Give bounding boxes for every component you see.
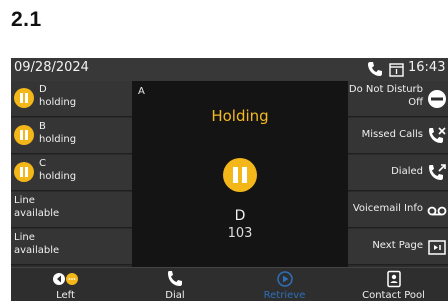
line-key-d-holding[interactable]: D holding: [11, 81, 132, 117]
dnd-state: Off: [408, 97, 423, 108]
softkey-left-label: Left: [56, 290, 75, 301]
next-page-icon: [427, 237, 447, 257]
retrieve-play-icon: [276, 270, 294, 288]
line-key-available-1[interactable]: Line available: [11, 192, 132, 228]
softkey-retrieve-label: Retrieve: [263, 290, 306, 301]
line-key-name: Line: [14, 195, 35, 206]
line-key-status: available: [14, 245, 60, 256]
voicemail-label: Voicemail Info: [352, 203, 423, 214]
voicemail-info-key[interactable]: Voicemail Info: [348, 192, 448, 228]
phone-screen: 09/28/2024 16:43 D holding B holding C h…: [11, 58, 448, 301]
line-key-status: holding: [39, 134, 77, 145]
softkey-dial-label: Dial: [165, 290, 185, 301]
missed-calls-key[interactable]: Missed Calls: [348, 118, 448, 154]
hold-icon: [14, 125, 34, 145]
phone-icon: [367, 61, 383, 77]
clock: 16:43: [408, 60, 446, 75]
line-key-available-2[interactable]: Line available: [11, 229, 132, 265]
line-key-status: holding: [39, 97, 77, 108]
line-key-name: B: [39, 121, 46, 132]
line-key-name: C: [39, 158, 46, 169]
line-key-c-holding[interactable]: C holding: [11, 155, 132, 191]
hold-icon: [14, 88, 34, 108]
voicemail-icon: [427, 200, 447, 220]
call-id: A: [138, 86, 145, 97]
call-panel: A Holding D 103: [132, 81, 348, 267]
left-arrow-icon: [51, 270, 81, 288]
softkey-dial[interactable]: Dial: [120, 268, 230, 301]
missed-call-icon: [427, 126, 447, 146]
do-not-disturb-key[interactable]: Do Not Disturb Off: [348, 81, 448, 117]
softkey-contact-pool[interactable]: Contact Pool: [339, 268, 448, 301]
date: 09/28/2024: [14, 60, 89, 75]
section-heading: 2.1: [11, 8, 42, 31]
missed-calls-label: Missed Calls: [361, 129, 423, 140]
line-key-name: Line: [14, 232, 35, 243]
dial-phone-icon: [166, 270, 184, 288]
call-status: Holding: [211, 107, 269, 125]
softkey-contact-pool-label: Contact Pool: [362, 290, 425, 301]
dnd-label: Do Not Disturb: [348, 84, 423, 95]
line-key-status: available: [14, 208, 60, 219]
line-keys: D holding B holding C holding Line avail…: [11, 81, 132, 267]
dialed-call-icon: [427, 163, 447, 183]
line-key-status: holding: [39, 171, 77, 182]
softkey-left[interactable]: Left: [11, 268, 120, 301]
line-key-b-holding[interactable]: B holding: [11, 118, 132, 154]
hold-icon: [14, 162, 34, 182]
dialed-calls-key[interactable]: Dialed: [348, 155, 448, 191]
line-key-name: D: [39, 84, 47, 95]
calendar-icon: [389, 62, 404, 77]
next-page-key[interactable]: Next Page: [348, 229, 448, 265]
hold-icon: [223, 158, 257, 192]
caller-name: D: [234, 208, 246, 224]
status-bar: 09/28/2024 16:43: [11, 58, 448, 81]
next-page-label: Next Page: [372, 240, 423, 251]
contact-book-icon: [385, 270, 403, 288]
dnd-icon: [427, 89, 447, 109]
dialed-label: Dialed: [391, 166, 423, 177]
caller-number: 103: [227, 226, 253, 241]
function-keys: Do Not Disturb Off Missed Calls Dialed V…: [348, 81, 448, 267]
softkey-retrieve[interactable]: Retrieve: [230, 268, 339, 301]
softkey-bar: Left Dial Retrieve Contact Pool: [11, 267, 448, 301]
